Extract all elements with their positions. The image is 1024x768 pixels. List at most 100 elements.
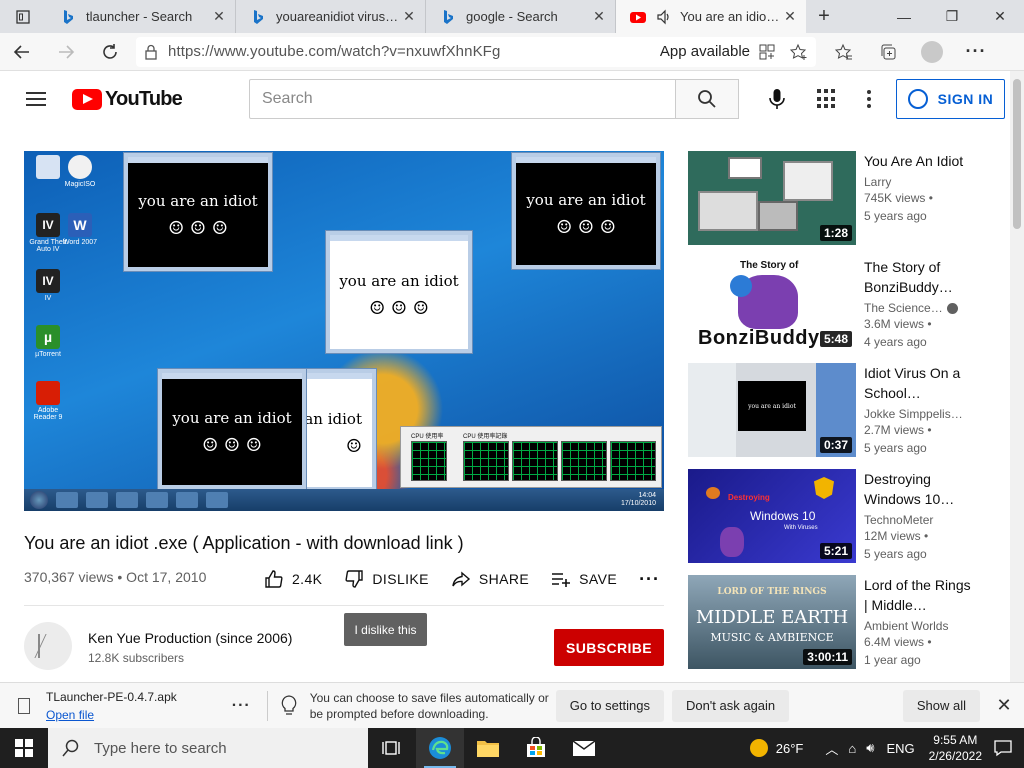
save-button[interactable]: SAVE	[551, 569, 617, 589]
close-window-button[interactable]: ✕	[976, 0, 1024, 33]
page-scrollbar[interactable]	[1010, 71, 1024, 682]
video-thumbnail[interactable]: 1:28	[688, 151, 856, 245]
share-button[interactable]: SHARE	[451, 569, 529, 589]
recommended-age: 4 years ago	[864, 335, 927, 349]
refresh-button[interactable]	[88, 33, 132, 71]
recommended-channel[interactable]: TechnoMeter	[864, 513, 974, 527]
collections-button[interactable]	[866, 33, 910, 71]
taskbar-clock[interactable]: 9:55 AM 2/26/2022	[929, 732, 982, 764]
url-text[interactable]: https://www.youtube.com/watch?v=nxuwfXhn…	[168, 43, 660, 60]
clock-time: 9:55 AM	[933, 733, 978, 747]
youtube-icon	[630, 11, 646, 23]
minimize-button[interactable]: —	[880, 0, 928, 33]
search-input[interactable]: Search	[248, 79, 676, 119]
download-more-icon[interactable]: ···	[232, 697, 251, 715]
recommended-channel[interactable]: Jokke Simppelis…	[864, 407, 974, 421]
bing-icon	[64, 9, 73, 24]
tab-1[interactable]: tlauncher - Search ✕	[46, 0, 236, 33]
notification-center-button[interactable]	[982, 739, 1024, 757]
download-item[interactable]: TLauncher-PE-0.4.7.apk Open file	[18, 690, 177, 722]
subscribe-button[interactable]: SUBSCRIBE	[554, 629, 664, 666]
video-thumbnail[interactable]: The Story of BonziBuddy 5:48	[688, 257, 856, 351]
dont-ask-again-button[interactable]: Don't ask again	[671, 689, 790, 722]
tab-actions-button[interactable]	[0, 0, 46, 33]
recommended-video[interactable]: The Story of BonziBuddy 5:48 The Story o…	[688, 257, 988, 351]
taskbar-search-box[interactable]: Type here to search	[48, 728, 368, 768]
recommended-title[interactable]: The Story of BonziBuddy…	[864, 257, 974, 297]
video-player[interactable]: MagicISO IV Grand Theft Auto IV W Word 200…	[24, 151, 664, 511]
show-all-downloads-button[interactable]: Show all	[902, 689, 980, 722]
back-button[interactable]	[0, 33, 44, 71]
go-to-settings-button[interactable]: Go to settings	[555, 689, 664, 722]
recommended-video[interactable]: 1:28 You Are An Idiot Larry 745K views •…	[688, 151, 988, 245]
more-vertical-icon[interactable]	[866, 87, 871, 111]
taskbar-store[interactable]	[512, 728, 560, 768]
recommended-video[interactable]: LORD OF THE RINGS MIDDLE EARTH MUSIC & A…	[688, 575, 988, 669]
close-icon[interactable]: ✕	[401, 8, 417, 25]
voice-search-button[interactable]	[757, 79, 797, 119]
sign-in-label: SIGN IN	[937, 91, 994, 107]
volume-icon[interactable]: 🔊︎	[866, 740, 874, 756]
search-icon	[62, 739, 79, 757]
recommended-video[interactable]: you are an idiot 0:37 Idiot Virus On a S…	[688, 363, 988, 457]
close-icon[interactable]: ✕	[591, 8, 607, 25]
app-available-label[interactable]: App available	[660, 43, 750, 60]
recommended-channel[interactable]: The Science…	[864, 301, 974, 315]
close-icon[interactable]: ✕	[211, 8, 227, 25]
taskbar-file-explorer[interactable]	[464, 728, 512, 768]
input-language[interactable]: ENG	[886, 741, 914, 756]
tab-title: youareanidiot virus dow	[276, 9, 401, 24]
add-favorite-icon[interactable]	[790, 43, 808, 61]
restore-button[interactable]: ❐	[928, 0, 976, 33]
recommended-title[interactable]: Destroying Windows 10…	[864, 469, 974, 509]
sign-in-button[interactable]: SIGN IN	[895, 79, 1005, 119]
taskbar-edge[interactable]	[416, 728, 464, 768]
dislike-button[interactable]: DISLIKE	[344, 569, 429, 589]
weather-temperature[interactable]: 26°F	[776, 741, 804, 756]
close-download-bar-icon[interactable]: ✕	[994, 695, 1014, 716]
like-button[interactable]: 2.4K	[264, 569, 322, 589]
app-install-icon[interactable]	[758, 43, 776, 61]
video-thumbnail[interactable]: Destroying Windows 10 With Viruses 5:21	[688, 469, 856, 563]
recommended-channel[interactable]: Larry	[864, 175, 974, 189]
channel-avatar[interactable]	[24, 622, 72, 670]
taskbar-mail[interactable]	[560, 728, 608, 768]
chevron-up-icon[interactable]: ︿	[825, 739, 838, 758]
tab-2[interactable]: youareanidiot virus dow ✕	[236, 0, 426, 33]
speaker-icon[interactable]	[656, 9, 672, 25]
close-icon[interactable]: ✕	[782, 8, 798, 25]
apps-grid-icon[interactable]	[816, 89, 837, 109]
menu-hamburger-icon[interactable]	[26, 88, 46, 110]
tab-4-active[interactable]: You are an idiot .e ✕	[616, 0, 806, 33]
recommended-title[interactable]: Idiot Virus On a School…	[864, 363, 974, 403]
video-thumbnail[interactable]: LORD OF THE RINGS MIDDLE EARTH MUSIC & A…	[688, 575, 856, 669]
recommended-title[interactable]: You Are An Idiot	[864, 151, 974, 171]
new-tab-button[interactable]: +	[806, 0, 842, 33]
user-circle-icon	[907, 89, 928, 109]
video-duration: 5:48	[819, 331, 852, 347]
task-view-button[interactable]	[368, 728, 416, 768]
more-actions-button[interactable]: ···	[639, 569, 660, 590]
chrome-icon	[146, 492, 168, 508]
forward-button[interactable]	[44, 33, 88, 71]
tab-3[interactable]: google - Search ✕	[426, 0, 616, 33]
recommended-video[interactable]: Destroying Windows 10 With Viruses 5:21 …	[688, 469, 988, 563]
scrollbar-thumb[interactable]	[1013, 79, 1021, 229]
favorites-button[interactable]	[822, 33, 866, 71]
network-icon[interactable]: ⌂	[848, 741, 856, 756]
start-button[interactable]	[0, 728, 48, 768]
video-thumbnail[interactable]: you are an idiot 0:37	[688, 363, 856, 457]
settings-more-button[interactable]: ···	[954, 33, 998, 71]
open-file-link[interactable]: Open file	[46, 708, 177, 722]
search-icon	[698, 90, 716, 108]
recommended-age: 5 years ago	[864, 547, 927, 561]
weather-sun-icon[interactable]	[749, 739, 768, 757]
channel-name[interactable]: Ken Yue Production (since 2006)	[88, 630, 292, 646]
address-bar[interactable]: https://www.youtube.com/watch?v=nxuwfXhn…	[136, 36, 816, 67]
search-button[interactable]	[675, 79, 739, 119]
recommended-title[interactable]: Lord of the Rings | Middle…	[864, 575, 974, 615]
recommended-channel[interactable]: Ambient Worlds	[864, 619, 974, 633]
cpu-usage-graph	[411, 441, 447, 481]
youtube-logo[interactable]: YouTube	[72, 88, 183, 111]
profile-button[interactable]	[910, 33, 954, 71]
